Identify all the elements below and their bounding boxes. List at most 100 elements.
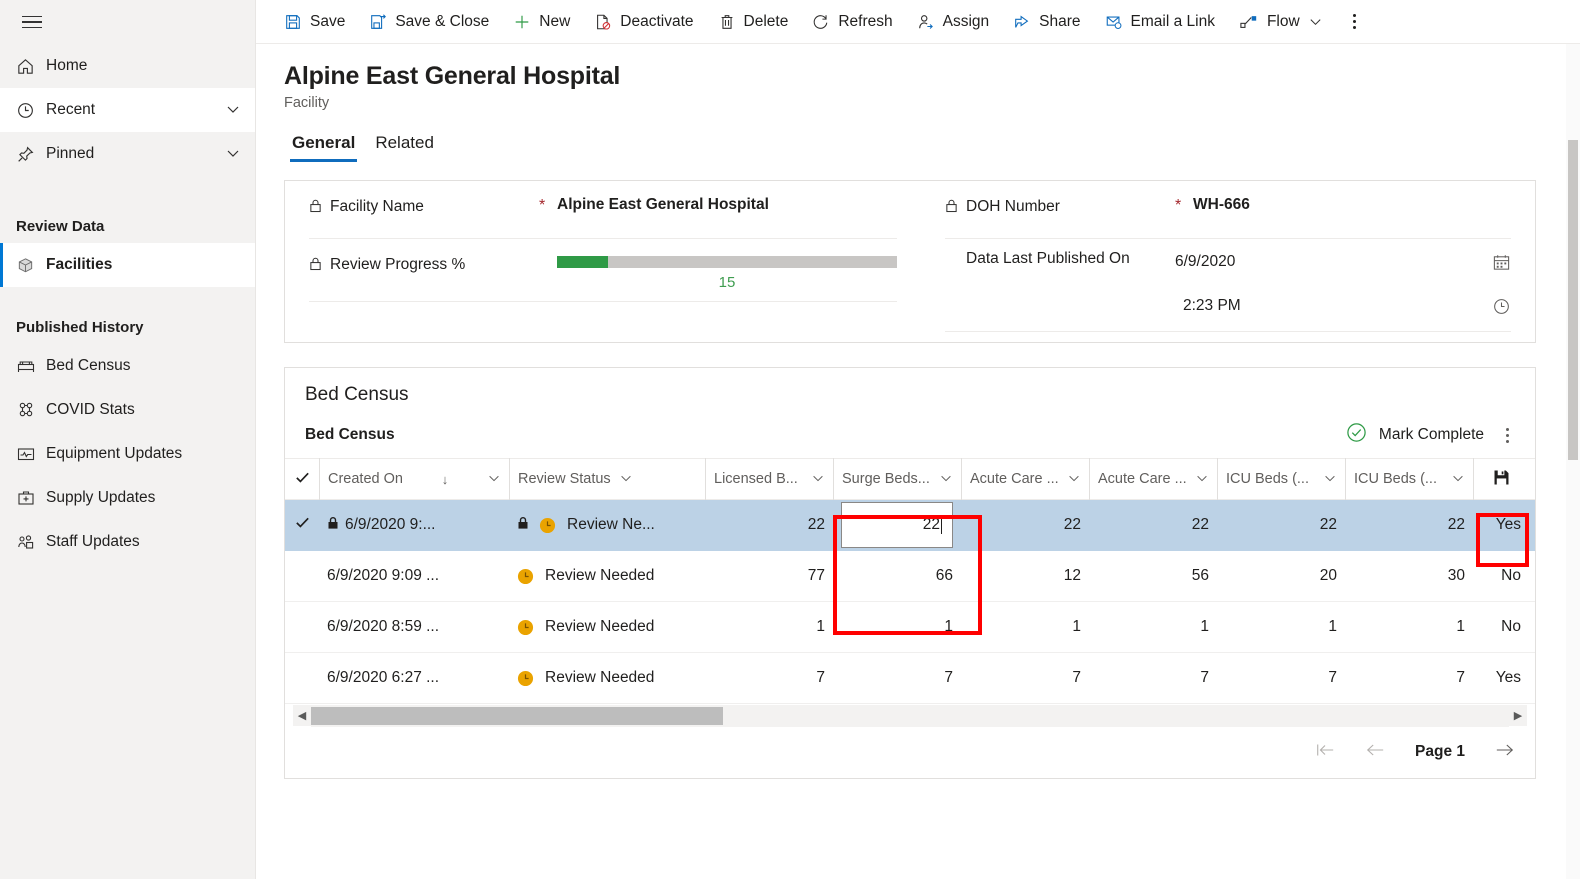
share-button[interactable]: Share [1001, 0, 1092, 44]
column-header-acute-care-2[interactable]: Acute Care ... [1089, 458, 1217, 500]
cell-created-on[interactable]: 6/9/2020 6:27 ... [319, 653, 509, 704]
cell-acute-care-2[interactable]: 1 [1089, 602, 1217, 653]
sidebar-item-pinned[interactable]: Pinned [0, 132, 255, 176]
scrollbar-thumb[interactable] [311, 706, 723, 725]
chevron-down-icon[interactable] [939, 471, 953, 488]
column-header-surge-beds[interactable]: Surge Beds... [833, 458, 961, 500]
tab-related[interactable]: Related [365, 129, 444, 162]
cell-acute-care-1[interactable]: 1 [961, 602, 1089, 653]
refresh-button[interactable]: Refresh [800, 0, 904, 44]
cell-icu-beds-1[interactable]: 1 [1217, 602, 1345, 653]
cell-created-on[interactable]: 6/9/2020 9:09 ... [319, 551, 509, 602]
chevron-down-icon[interactable] [1067, 471, 1081, 488]
page-first-icon[interactable] [1315, 742, 1335, 763]
column-header-licensed-beds[interactable]: Licensed B... [705, 458, 833, 500]
save-row-button[interactable] [1473, 458, 1529, 500]
scroll-left-icon[interactable]: ◀ [293, 709, 311, 722]
chevron-down-icon[interactable] [1195, 471, 1209, 488]
cell-flag[interactable]: Yes [1473, 653, 1531, 704]
column-header-icu-beds-2[interactable]: ICU Beds (... [1345, 458, 1473, 500]
table-row[interactable]: 6/9/2020 6:27 ... Review Needed 7 7 7 7 … [285, 653, 1535, 704]
cell-acute-care-1[interactable]: 7 [961, 653, 1089, 704]
sidebar-item-facilities[interactable]: Facilities [0, 243, 255, 287]
scroll-right-icon[interactable]: ▶ [1509, 709, 1527, 722]
tab-general[interactable]: General [282, 129, 365, 162]
chevron-down-icon[interactable] [1308, 14, 1323, 29]
chevron-down-icon[interactable] [1323, 471, 1337, 488]
scrollbar-thumb[interactable] [1568, 140, 1578, 460]
row-select-checkbox[interactable] [285, 653, 319, 704]
sidebar-item-home[interactable]: Home [0, 44, 255, 88]
sidebar-item-equipment-updates[interactable]: Equipment Updates [0, 432, 255, 476]
cell-review-status[interactable]: Review Needed [509, 551, 705, 602]
menu-icon[interactable] [8, 0, 56, 44]
cell-flag[interactable]: No [1473, 602, 1531, 653]
new-button[interactable]: New [501, 0, 582, 44]
email-a-link-button[interactable]: Email a Link [1093, 0, 1227, 44]
more-commands-button[interactable] [1339, 0, 1370, 44]
sidebar-item-recent[interactable]: Recent [0, 88, 255, 132]
table-row[interactable]: 6/9/2020 8:59 ... Review Needed 1 1 1 1 … [285, 602, 1535, 653]
delete-button[interactable]: Delete [706, 0, 801, 44]
cell-acute-care-2[interactable]: 22 [1089, 500, 1217, 551]
column-header-review-status[interactable]: Review Status [509, 458, 705, 500]
cell-review-status[interactable]: Review Needed [509, 653, 705, 704]
surge-beds-input[interactable]: 22 [841, 502, 953, 548]
sidebar-item-staff-updates[interactable]: Staff Updates [0, 520, 255, 564]
field-value[interactable]: WH-666 [1193, 195, 1511, 214]
flow-button[interactable]: Flow [1227, 0, 1335, 44]
mark-complete-button[interactable]: Mark Complete [1346, 422, 1484, 448]
scrollbar-track[interactable] [311, 704, 1509, 727]
cell-surge-beds-editor[interactable]: 22 [833, 500, 961, 551]
sidebar-item-covid-stats[interactable]: COVID Stats [0, 388, 255, 432]
page-vertical-scrollbar[interactable] [1566, 44, 1580, 879]
table-row[interactable]: 6/9/2020 9:09 ... Review Needed 77 66 12… [285, 551, 1535, 602]
grid-more-commands-button[interactable] [1500, 424, 1515, 447]
table-row[interactable]: 6/9/2020 9:... Review Ne... 22 22 22 22 … [285, 500, 1535, 551]
sidebar-item-supply-updates[interactable]: Supply Updates [0, 476, 255, 520]
deactivate-button[interactable]: Deactivate [582, 0, 705, 44]
save-button[interactable]: Save [272, 0, 357, 44]
cell-licensed-beds[interactable]: 22 [705, 500, 833, 551]
cell-acute-care-1[interactable]: 12 [961, 551, 1089, 602]
cell-icu-beds-1[interactable]: 7 [1217, 653, 1345, 704]
cell-icu-beds-1[interactable]: 20 [1217, 551, 1345, 602]
assign-button[interactable]: Assign [905, 0, 1002, 44]
cell-flag[interactable]: Yes [1473, 500, 1531, 551]
cell-icu-beds-2[interactable]: 30 [1345, 551, 1473, 602]
page-next-icon[interactable] [1495, 742, 1515, 763]
cell-icu-beds-1[interactable]: 22 [1217, 500, 1345, 551]
grid-horizontal-scrollbar[interactable]: ◀ ▶ [293, 704, 1527, 727]
published-date-value[interactable]: 6/9/2020 [1175, 253, 1477, 271]
cell-review-status[interactable]: Review Needed [509, 602, 705, 653]
column-header-created-on[interactable]: Created On ↓ [319, 458, 509, 500]
cell-created-on[interactable]: 6/9/2020 9:... [319, 500, 509, 551]
row-select-checkbox[interactable] [285, 602, 319, 653]
cell-acute-care-2[interactable]: 56 [1089, 551, 1217, 602]
chevron-down-icon[interactable] [619, 471, 633, 488]
chevron-down-icon[interactable] [225, 145, 241, 164]
clock-icon[interactable] [1477, 297, 1511, 316]
cell-icu-beds-2[interactable]: 22 [1345, 500, 1473, 551]
column-header-select-all[interactable] [285, 458, 319, 500]
chevron-down-icon[interactable] [811, 471, 825, 488]
chevron-down-icon[interactable] [225, 101, 241, 120]
cell-created-on[interactable]: 6/9/2020 8:59 ... [319, 602, 509, 653]
cell-surge-beds[interactable]: 66 [833, 551, 961, 602]
cell-flag[interactable]: No [1473, 551, 1531, 602]
cell-acute-care-1[interactable]: 22 [961, 500, 1089, 551]
page-prev-icon[interactable] [1365, 742, 1385, 763]
cell-review-status[interactable]: Review Ne... [509, 500, 705, 551]
cell-acute-care-2[interactable]: 7 [1089, 653, 1217, 704]
field-value[interactable]: Alpine East General Hospital [557, 195, 897, 214]
row-select-checkbox[interactable] [285, 551, 319, 602]
column-header-acute-care-1[interactable]: Acute Care ... [961, 458, 1089, 500]
cell-licensed-beds[interactable]: 77 [705, 551, 833, 602]
chevron-down-icon[interactable] [487, 471, 501, 488]
save-and-close-button[interactable]: Save & Close [357, 0, 501, 44]
cell-licensed-beds[interactable]: 1 [705, 602, 833, 653]
published-time-value[interactable]: 2:23 PM [1175, 297, 1477, 315]
cell-icu-beds-2[interactable]: 7 [1345, 653, 1473, 704]
calendar-icon[interactable] [1477, 253, 1511, 272]
column-header-icu-beds-1[interactable]: ICU Beds (... [1217, 458, 1345, 500]
